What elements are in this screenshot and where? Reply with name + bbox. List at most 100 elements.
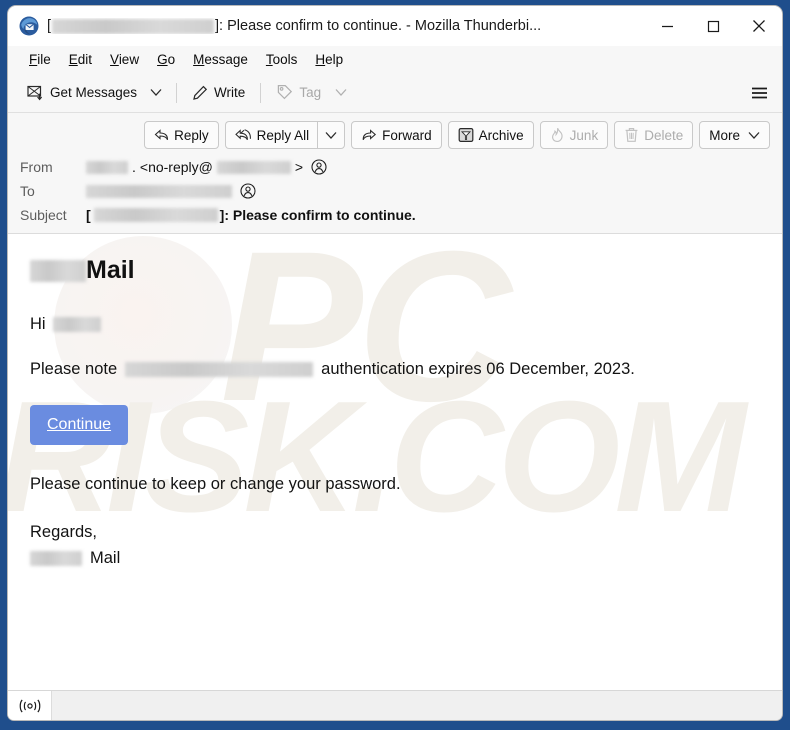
reply-all-button[interactable]: Reply All: [224, 121, 318, 149]
note-account-redaction: [125, 362, 314, 377]
more-button[interactable]: More: [699, 121, 770, 149]
title-bar: [ ]: Please confirm to continue. - Mozil…: [8, 6, 782, 46]
email-instruction: Please continue to keep or change your p…: [30, 475, 401, 493]
email-regards: Regards,: [30, 523, 97, 541]
signature-mail-text: Mail: [90, 548, 121, 567]
archive-button[interactable]: Archive: [447, 121, 534, 149]
delete-button[interactable]: Delete: [614, 121, 694, 149]
subject-redaction: [93, 208, 218, 222]
email-content: Mail Hi Please note authentication expir…: [8, 234, 782, 581]
header-row-from: From . <no-reply@ >: [8, 155, 782, 179]
menu-item-message[interactable]: Message: [184, 49, 257, 70]
email-greeting-line: Hi: [30, 315, 760, 334]
menu-item-file-label: ile: [37, 52, 51, 67]
from-domain-redaction: [216, 160, 291, 174]
trash-icon: [624, 127, 639, 143]
message-header-pane: Reply Reply All Forward Archive Junk Del…: [8, 112, 782, 233]
menu-bar: File Edit View Go Message Tools Help: [8, 46, 782, 73]
subject-open-bracket: [: [86, 207, 91, 223]
email-signature-line: Mail: [30, 546, 760, 572]
from-value[interactable]: . <no-reply@ >: [86, 159, 327, 175]
window-title: [ ]: Please confirm to continue. - Mozil…: [47, 18, 541, 34]
reply-all-arrow-icon: [234, 128, 252, 142]
email-note-line: Please note authentication expires 06 De…: [30, 360, 760, 379]
status-bar: [8, 690, 782, 720]
reply-all-dropdown[interactable]: [317, 121, 346, 149]
email-note-prefix: Please note: [30, 360, 118, 378]
tag-label: Tag: [299, 85, 322, 100]
forward-label: Forward: [382, 127, 432, 143]
tag-dropdown-caret[interactable]: [335, 88, 347, 97]
window-title-prefix: [: [47, 18, 52, 34]
to-value[interactable]: [86, 183, 256, 199]
toolbar-separator-1: [176, 82, 178, 103]
reply-arrow-icon: [154, 128, 169, 142]
main-toolbar: Get Messages Write Tag: [8, 73, 782, 112]
email-signature: Regards, Mail: [30, 520, 760, 571]
menu-item-help[interactable]: Help: [306, 49, 352, 70]
connection-status-cell[interactable]: [8, 691, 52, 720]
junk-button[interactable]: Junk: [539, 121, 609, 149]
write-button[interactable]: Write: [185, 80, 252, 106]
message-header-fields: From . <no-reply@ > To Subject []: Plea…: [8, 153, 782, 227]
archive-box-icon: [458, 127, 474, 143]
get-messages-dropdown[interactable]: [144, 83, 168, 102]
get-messages-button[interactable]: Get Messages: [20, 79, 144, 106]
thunderbird-window: [ ]: Please confirm to continue. - Mozil…: [8, 6, 782, 720]
subject-text: ]: Please confirm to continue.: [219, 207, 416, 223]
forward-arrow-icon: [361, 128, 377, 142]
close-button[interactable]: [736, 6, 782, 46]
more-label: More: [709, 127, 740, 143]
app-menu-button[interactable]: [746, 80, 772, 105]
delete-label: Delete: [644, 127, 684, 143]
subject-label: Subject: [20, 207, 67, 223]
from-contact-avatar-icon[interactable]: [311, 159, 327, 175]
reply-label: Reply: [174, 127, 209, 143]
from-address-close: >: [294, 159, 304, 175]
from-dot: .: [132, 159, 136, 175]
tag-button[interactable]: Tag: [269, 79, 354, 106]
forward-button[interactable]: Forward: [351, 121, 442, 149]
to-contact-avatar-icon[interactable]: [240, 183, 256, 199]
minimize-button[interactable]: [644, 6, 690, 46]
header-row-to: To: [8, 179, 782, 203]
toolbar-separator-2: [260, 82, 262, 103]
to-redaction: [86, 184, 232, 198]
more-chevron-down-icon: [748, 131, 760, 140]
email-instruction-line: Please continue to keep or change your p…: [30, 475, 760, 494]
window-controls: [644, 6, 782, 46]
email-brand-heading: Mail: [30, 256, 760, 285]
subject-value: [ ]: Please confirm to continue.: [86, 207, 416, 223]
from-label: From: [20, 159, 53, 175]
junk-label: Junk: [569, 127, 599, 143]
message-action-toolbar: Reply Reply All Forward Archive Junk Del…: [8, 113, 782, 153]
maximize-button[interactable]: [690, 6, 736, 46]
get-messages-icon: [27, 84, 44, 101]
menu-item-edit[interactable]: Edit: [60, 49, 101, 70]
window-title-suffix: ]: Please confirm to continue. - Mozilla…: [215, 18, 542, 34]
to-label: To: [20, 183, 35, 199]
greeting-name-redaction: [52, 317, 101, 332]
from-name-redaction: [86, 160, 128, 174]
brand-mail-text: Mail: [86, 256, 135, 284]
header-row-subject: Subject [ ]: Please confirm to continue.: [8, 203, 782, 227]
get-messages-label: Get Messages: [50, 85, 138, 100]
reply-all-label: Reply All: [256, 127, 310, 143]
from-address-open: <no-reply@: [139, 159, 213, 175]
continue-button[interactable]: Continue: [30, 405, 129, 445]
pencil-icon: [192, 85, 208, 101]
tag-icon: [276, 84, 293, 101]
signature-name-redaction: [30, 550, 82, 566]
email-note-suffix: authentication expires 06 December, 2023…: [321, 360, 635, 378]
write-label: Write: [214, 85, 246, 100]
reply-button[interactable]: Reply: [144, 121, 219, 149]
connection-icon: [17, 699, 43, 713]
email-greeting: Hi: [30, 315, 46, 333]
menu-item-go[interactable]: Go: [148, 49, 184, 70]
archive-label: Archive: [478, 127, 524, 143]
menu-item-file[interactable]: File: [20, 49, 60, 70]
menu-item-view[interactable]: View: [101, 49, 148, 70]
menu-item-tools[interactable]: Tools: [257, 49, 307, 70]
window-title-redaction: [52, 18, 215, 34]
junk-flame-icon: [550, 127, 565, 143]
